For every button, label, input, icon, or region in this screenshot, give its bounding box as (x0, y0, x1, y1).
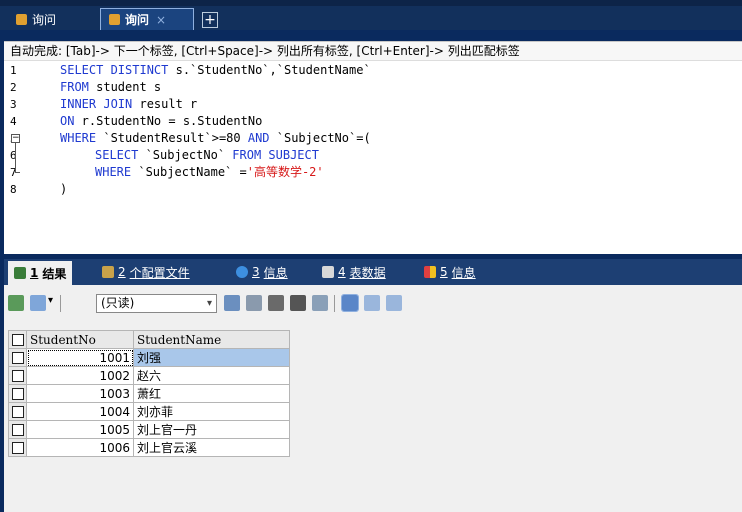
tab-info-2[interactable]: 5 信息 (418, 261, 482, 283)
duplicate-row-icon[interactable] (246, 295, 262, 311)
code-line: ON r.StudentNo = s.StudentNo (60, 114, 263, 128)
add-row-icon[interactable] (224, 295, 240, 311)
toolbar-divider (60, 295, 61, 312)
copy-rows-icon[interactable] (30, 295, 46, 311)
fold-guide-end (15, 172, 20, 173)
form-view-icon[interactable] (364, 295, 380, 311)
cell-student-no[interactable]: 1001 (26, 348, 134, 367)
row-checkbox[interactable] (8, 348, 27, 367)
line-number: 1 (10, 64, 17, 77)
result-grid: StudentNo StudentName 1001 刘强 1002 赵六 10… (8, 330, 290, 457)
line-number-gutter: 1 2 3 4 5 6 7 8 (4, 61, 38, 254)
line-number: 2 (10, 81, 17, 94)
row-checkbox[interactable] (8, 384, 27, 403)
row-checkbox[interactable] (8, 366, 27, 385)
info-icon (236, 266, 248, 278)
code-line: SELECT DISTINCT s.`StudentNo`,`StudentNa… (60, 63, 371, 77)
grid-icon (14, 267, 26, 279)
results-panel: 1 结果 2 个配置文件 3 信息 4 表数据 5 信息 ▾ (只读) ▾ St… (4, 259, 742, 512)
code-line: FROM student s (60, 80, 162, 94)
chevron-down-icon: ▾ (206, 298, 212, 309)
save-icon[interactable] (268, 295, 284, 311)
tab-query-2[interactable]: 询问 × (100, 8, 194, 30)
select-all-checkbox[interactable] (8, 330, 27, 349)
cell-student-no[interactable]: 1002 (26, 366, 134, 385)
export-icon[interactable] (8, 295, 24, 311)
query-icon (109, 14, 120, 25)
table-row[interactable]: 1002 赵六 (8, 366, 290, 385)
table-row[interactable]: 1003 萧红 (8, 384, 290, 403)
line-number: 8 (10, 183, 17, 196)
column-header[interactable]: StudentName (133, 330, 290, 349)
line-number: 4 (10, 115, 17, 128)
close-icon[interactable]: × (156, 13, 166, 27)
autocomplete-hint: 自动完成: [Tab]-> 下一个标签, [Ctrl+Space]-> 列出所有… (4, 42, 742, 61)
grid-view-icon[interactable] (341, 294, 359, 312)
cell-student-name[interactable]: 赵六 (133, 366, 290, 385)
table-row[interactable]: 1004 刘亦菲 (8, 402, 290, 421)
row-checkbox[interactable] (8, 402, 27, 421)
tab-label: 询问 (32, 12, 57, 27)
cell-student-name[interactable]: 刘强 (133, 348, 290, 367)
cell-student-no[interactable]: 1006 (26, 438, 134, 457)
row-checkbox[interactable] (8, 420, 27, 439)
table-row[interactable]: 1006 刘上官云溪 (8, 438, 290, 457)
profile-icon (102, 266, 114, 278)
tab-info[interactable]: 3 信息 (230, 261, 294, 283)
fold-toggle-icon[interactable]: − (11, 134, 20, 143)
cell-student-no[interactable]: 1003 (26, 384, 134, 403)
history-icon (424, 266, 436, 278)
code-area[interactable]: − SELECT DISTINCT s.`StudentNo`,`Student… (11, 61, 742, 254)
result-toolbar: ▾ (只读) ▾ (4, 289, 742, 317)
cell-student-no[interactable]: 1005 (26, 420, 134, 439)
query-icon (16, 13, 27, 25)
chevron-down-icon[interactable]: ▾ (48, 295, 53, 306)
toolbar-divider (334, 295, 335, 312)
code-line: INNER JOIN result r (60, 97, 198, 111)
result-tab-bar: 1 结果 2 个配置文件 3 信息 4 表数据 5 信息 (4, 259, 742, 285)
code-line: ) (60, 182, 68, 196)
cell-student-name[interactable]: 萧红 (133, 384, 290, 403)
code-line: SELECT `SubjectNo` FROM SUBJECT (95, 148, 319, 162)
discard-icon[interactable] (312, 295, 328, 311)
code-line: WHERE `StudentResult`>=80 AND `SubjectNo… (60, 131, 371, 145)
add-tab-button[interactable]: + (202, 12, 218, 28)
text-view-icon[interactable] (386, 295, 402, 311)
cell-student-name[interactable]: 刘上官云溪 (133, 438, 290, 457)
cell-student-name[interactable]: 刘上官一丹 (133, 420, 290, 439)
sql-editor[interactable]: 自动完成: [Tab]-> 下一个标签, [Ctrl+Space]-> 列出所有… (4, 41, 742, 254)
tab-profile[interactable]: 2 个配置文件 (96, 261, 196, 283)
query-tab-bar: 询问 询问 × + (0, 0, 742, 30)
cell-student-no[interactable]: 1004 (26, 402, 134, 421)
row-checkbox[interactable] (8, 438, 27, 457)
tab-label: 询问 (125, 13, 150, 27)
fold-guide (15, 143, 16, 172)
delete-icon[interactable] (290, 295, 306, 311)
grid-header-row: StudentNo StudentName (8, 330, 290, 349)
cell-student-name[interactable]: 刘亦菲 (133, 402, 290, 421)
table-row[interactable]: 1005 刘上官一丹 (8, 420, 290, 439)
readonly-select[interactable]: (只读) ▾ (96, 294, 217, 313)
line-number: 3 (10, 98, 17, 111)
tab-table-data[interactable]: 4 表数据 (316, 261, 392, 283)
code-line: WHERE `SubjectName` ='高等数学-2' (95, 165, 324, 179)
column-header[interactable]: StudentNo (26, 330, 134, 349)
tab-result[interactable]: 1 结果 (8, 261, 73, 285)
title-strip (0, 0, 742, 6)
tab-query-1[interactable]: 询问 (8, 8, 94, 30)
table-row[interactable]: 1001 刘强 (8, 348, 290, 367)
table-icon (322, 266, 334, 278)
